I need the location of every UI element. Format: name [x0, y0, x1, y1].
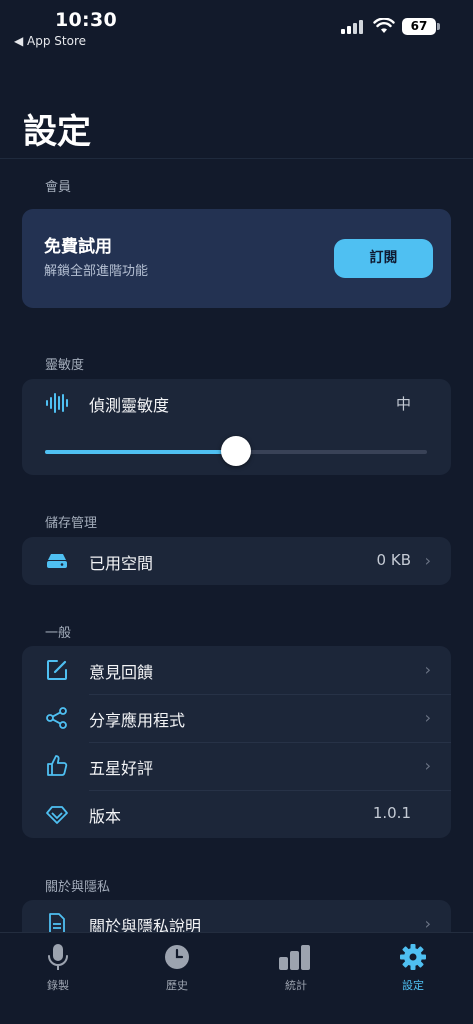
slider-thumb[interactable]: [221, 436, 251, 466]
status-time: 10:30: [55, 9, 117, 31]
sound-wave-icon: [46, 393, 68, 413]
storage-value: 0 KB: [376, 551, 411, 569]
clock-icon: [165, 945, 189, 969]
sensitivity-card: 偵測靈敏度 中: [22, 379, 451, 475]
tab-history[interactable]: 歷史: [137, 939, 217, 999]
storage-row[interactable]: 已用空間 0 KB ›: [22, 537, 451, 585]
chevron-right-icon: ›: [424, 756, 431, 775]
tab-label: 錄製: [47, 979, 69, 992]
chevron-right-icon: ›: [424, 660, 431, 679]
share-icon: [46, 707, 67, 729]
battery-tip: [437, 23, 440, 30]
gear-icon: [400, 944, 426, 970]
page-title: 設定: [23, 112, 91, 152]
microphone-icon: [48, 944, 68, 970]
section-label-storage: 儲存管理: [45, 516, 98, 531]
storage-drive-icon: [47, 554, 67, 568]
membership-title: 免費試用: [44, 237, 112, 257]
settings-screen: 10:30 ◀ App Store 67 設定 會員 免費試用 解鎖全部進階功能…: [0, 0, 473, 1024]
membership-subtitle: 解鎖全部進階功能: [44, 264, 149, 279]
bar-chart-icon: [279, 945, 310, 970]
slider-fill: [45, 450, 236, 454]
wifi-icon: [373, 18, 395, 33]
general-item-label: 意見回饋: [89, 663, 154, 682]
section-label-membership: 會員: [45, 180, 72, 195]
section-label-about: 關於與隱私: [45, 880, 111, 895]
general-item-feedback[interactable]: 意見回饋 ›: [22, 646, 451, 694]
sensitivity-value: 中: [395, 395, 411, 413]
battery-indicator: 67: [402, 18, 436, 35]
edit-icon: [47, 660, 67, 680]
subscribe-button[interactable]: 訂閱: [334, 239, 433, 278]
cellular-signal-icon: [341, 20, 365, 34]
general-item-rate[interactable]: 五星好評 ›: [22, 742, 451, 790]
general-item-label: 五星好評: [89, 759, 154, 778]
general-item-label: 版本: [89, 807, 122, 826]
section-label-general: 一般: [45, 626, 72, 641]
storage-label: 已用空間: [89, 554, 154, 573]
status-bar: 10:30 ◀ App Store 67: [0, 0, 473, 56]
diamond-icon: [46, 806, 68, 824]
thumbs-up-icon: [47, 755, 68, 776]
general-card: 意見回饋 › 分享應用程式 › 五星好評 › 版本 1.0.1: [22, 646, 451, 838]
general-item-version: 版本 1.0.1: [22, 790, 451, 838]
tab-bar: 錄製 歷史 統計 設定: [0, 932, 473, 1024]
sensitivity-row: 偵測靈敏度 中: [22, 379, 451, 427]
version-value: 1.0.1: [372, 804, 411, 822]
chevron-right-icon: ›: [424, 708, 431, 727]
chevron-right-icon: ›: [424, 551, 431, 570]
tab-label: 歷史: [166, 979, 188, 992]
sensitivity-label: 偵測靈敏度: [89, 396, 170, 415]
sensitivity-slider[interactable]: [45, 436, 427, 466]
tab-label: 統計: [285, 979, 307, 992]
tab-record[interactable]: 錄製: [18, 939, 98, 999]
general-item-share[interactable]: 分享應用程式 ›: [22, 694, 451, 742]
membership-card: 免費試用 解鎖全部進階功能 訂閱: [22, 209, 451, 308]
section-label-sensitivity: 靈敏度: [45, 358, 85, 373]
tab-statistics[interactable]: 統計: [256, 939, 336, 999]
header-divider: [0, 158, 473, 159]
back-to-app-store-link[interactable]: ◀ App Store: [14, 34, 86, 48]
chevron-right-icon: ›: [424, 914, 431, 933]
storage-card: 已用空間 0 KB ›: [22, 537, 451, 585]
tab-settings[interactable]: 設定: [373, 939, 453, 999]
general-item-label: 分享應用程式: [89, 711, 186, 730]
tab-label: 設定: [402, 979, 424, 992]
